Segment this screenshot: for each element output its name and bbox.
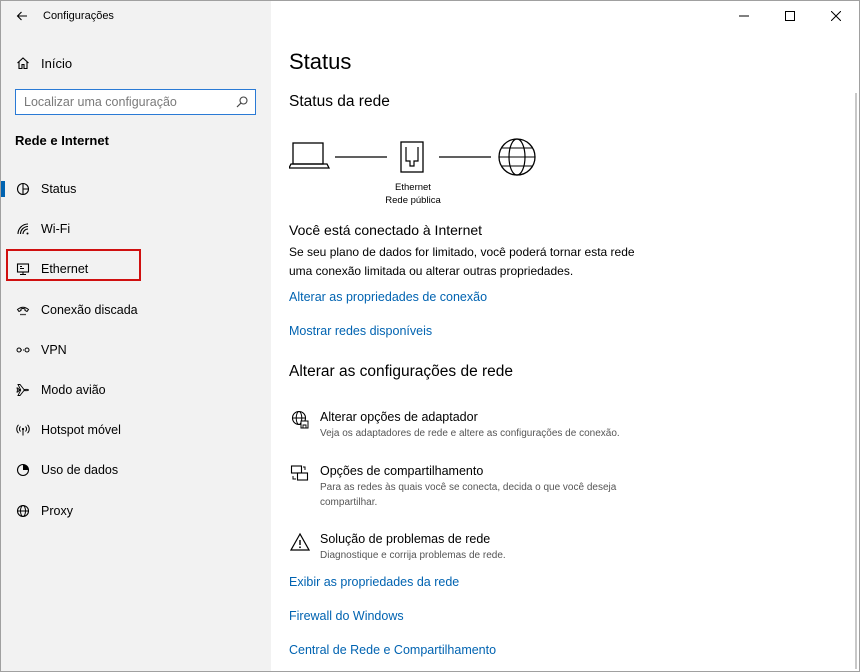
search-icon <box>236 96 248 108</box>
sidebar-item-label: Hotspot móvel <box>41 423 121 438</box>
wifi-icon <box>15 221 31 237</box>
connected-title: Você está conectado à Internet <box>289 222 483 238</box>
option-title: Opções de compartilhamento <box>320 464 484 478</box>
sidebar-nav: Status Wi-Fi Ethernet Conexão discada VP… <box>1 169 271 531</box>
globe-icon <box>15 503 31 519</box>
sidebar: Configurações Início Rede e Internet Sta… <box>1 1 271 671</box>
sidebar-item-data-usage[interactable]: Uso de dados <box>1 450 271 490</box>
change-settings-heading: Alterar as configurações de rede <box>289 363 514 380</box>
sidebar-item-label: Proxy <box>41 503 73 518</box>
adapter-icon <box>289 409 311 431</box>
change-connection-properties-link[interactable]: Alterar as propriedades de conexão <box>289 290 487 304</box>
adapter-name: Ethernet <box>395 182 431 193</box>
option-description: Veja os adaptadores de rede e altere as … <box>320 428 620 439</box>
show-available-networks-link[interactable]: Mostrar redes disponíveis <box>289 324 432 338</box>
sidebar-item-wifi[interactable]: Wi-Fi <box>1 209 271 249</box>
internet-globe-icon <box>498 138 536 176</box>
titlebar: Configurações <box>1 1 271 31</box>
sidebar-item-label: Uso de dados <box>41 463 119 478</box>
hotspot-icon <box>15 422 31 438</box>
sidebar-item-hotspot[interactable]: Hotspot móvel <box>1 410 271 450</box>
home-label: Início <box>41 55 73 71</box>
main-content: Status Status da rede Ethernet Rede públ… <box>289 1 849 671</box>
dialup-icon <box>15 302 31 318</box>
option-description: Diagnostique e corrija problemas de rede… <box>320 550 506 561</box>
sharing-options-item[interactable]: Opções de compartilhamento Para as redes… <box>289 463 689 510</box>
airplane-icon <box>15 382 31 398</box>
sidebar-item-label: Modo avião <box>41 383 106 398</box>
sidebar-item-vpn[interactable]: VPN <box>1 330 271 370</box>
ethernet-adapter-icon <box>400 141 424 173</box>
option-title: Solução de problemas de rede <box>320 532 491 546</box>
sidebar-item-dialup[interactable]: Conexão discada <box>1 290 271 330</box>
sidebar-item-airplane[interactable]: Modo avião <box>1 370 271 410</box>
connected-description: Se seu plano de dados for limitado, você… <box>289 245 635 278</box>
back-arrow-icon <box>16 11 27 21</box>
search-input[interactable] <box>24 95 229 109</box>
section-title: Rede e Internet <box>15 133 109 148</box>
app-title: Configurações <box>43 10 114 22</box>
adapter-options-item[interactable]: Alterar opções de adaptador Veja os adap… <box>289 409 689 441</box>
hotspot-highlight-box <box>6 249 141 281</box>
option-description: Para as redes às quais você se conecta, … <box>320 482 617 508</box>
warning-icon <box>289 531 311 553</box>
sharing-icon <box>289 463 311 485</box>
view-network-properties-link[interactable]: Exibir as propriedades da rede <box>289 575 459 589</box>
status-icon <box>15 181 31 197</box>
back-button[interactable] <box>1 1 43 31</box>
option-title: Alterar opções de adaptador <box>320 410 478 424</box>
home-icon <box>15 55 31 71</box>
laptop-icon <box>289 142 331 169</box>
sidebar-item-label: Status <box>41 182 77 197</box>
search-box[interactable] <box>15 89 256 115</box>
sidebar-item-label: VPN <box>41 342 67 357</box>
home-nav-item[interactable]: Início <box>1 47 271 79</box>
sidebar-item-label: Conexão discada <box>41 302 138 317</box>
vpn-icon <box>15 342 31 358</box>
windows-firewall-link[interactable]: Firewall do Windows <box>289 609 404 623</box>
sidebar-item-label: Wi-Fi <box>41 222 71 237</box>
adapter-label: Ethernet Rede pública <box>381 181 445 207</box>
troubleshoot-item[interactable]: Solução de problemas de rede Diagnostiqu… <box>289 531 689 563</box>
network-type: Rede pública <box>385 195 441 206</box>
page-title: Status <box>289 49 352 74</box>
network-status-heading: Status da rede <box>289 93 390 110</box>
settings-window: Configurações Início Rede e Internet Sta… <box>0 0 860 672</box>
sidebar-item-proxy[interactable]: Proxy <box>1 491 271 531</box>
data-usage-icon <box>15 462 31 478</box>
sidebar-item-status[interactable]: Status <box>1 169 271 209</box>
network-sharing-center-link[interactable]: Central de Rede e Compartilhamento <box>289 643 496 657</box>
scrollbar[interactable] <box>855 93 857 669</box>
